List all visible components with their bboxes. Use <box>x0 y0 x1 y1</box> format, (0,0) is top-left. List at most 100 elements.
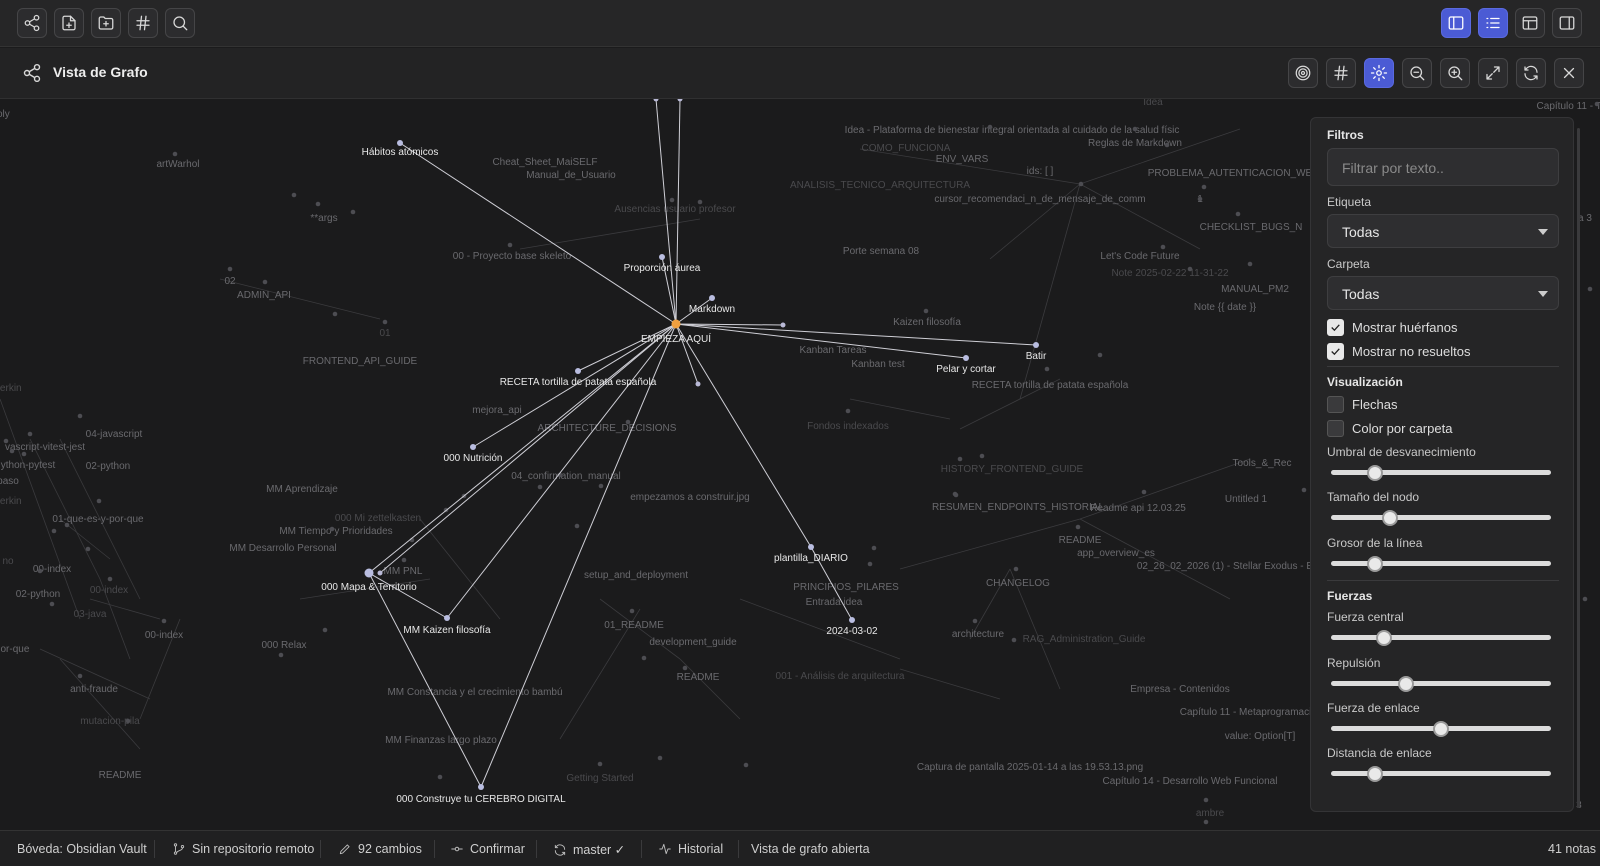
slider-thumb[interactable] <box>1367 766 1383 782</box>
graph-node-dim[interactable] <box>172 151 178 157</box>
graph-node[interactable] <box>1033 342 1039 348</box>
graph-node-label-dim[interactable]: RESUMEN_ENDPOINTS_HISTORIAL <box>932 502 1105 513</box>
graph-node-label[interactable]: 2024-03-02 <box>826 626 878 637</box>
graph-node-label-dim[interactable]: 02-python <box>16 589 60 600</box>
graph-node-label-dim[interactable]: 03-java <box>74 609 107 620</box>
tag-select[interactable]: Todas <box>1327 214 1559 248</box>
graph-node-label-dim[interactable]: 000 Mi zettelkasten <box>335 513 421 524</box>
slider-thumb[interactable] <box>1433 721 1449 737</box>
graph-node-dim[interactable] <box>574 523 580 529</box>
graph-node-active[interactable] <box>671 319 681 329</box>
slider-thumb[interactable] <box>1382 510 1399 526</box>
graph-node-label[interactable]: 000 Construye tu CEREBRO DIGITAL <box>396 794 566 805</box>
refresh-button[interactable] <box>1516 58 1546 88</box>
graph-node-label-dim[interactable]: Idea <box>1143 99 1163 108</box>
graph-node-dim[interactable] <box>1141 489 1147 495</box>
folder-select[interactable]: Todas <box>1327 276 1559 310</box>
graph-node-label-dim[interactable]: ANALISIS_TECNICO_ARQUITECTURA <box>790 180 970 191</box>
graph-node-label[interactable]: Batir <box>1026 351 1047 362</box>
graph-node-label-dim[interactable]: Getting Started <box>566 773 633 784</box>
graph-node-dim[interactable] <box>1097 352 1103 358</box>
toggle-right-sidebar-button[interactable] <box>1552 8 1582 38</box>
graph-node-dim[interactable] <box>1075 524 1081 530</box>
graph-node-label[interactable]: Proporción áurea <box>624 263 701 274</box>
graph-node-dim[interactable] <box>49 601 55 607</box>
graph-node-label-dim[interactable]: herkin <box>0 496 22 507</box>
show-unresolved-toggle[interactable]: Mostrar no resueltos <box>1327 342 1471 360</box>
graph-node-dim[interactable] <box>27 431 33 437</box>
graph-node-label-dim[interactable]: MM Tiempo y Prioridades <box>279 526 392 537</box>
graph-node-label-dim[interactable]: ambre <box>1196 808 1225 819</box>
graph-node-label-dim[interactable]: y-por-que <box>0 644 30 655</box>
graph-node-label[interactable]: RECETA tortilla de patata española <box>500 377 657 388</box>
graph-node-label[interactable]: 000 Nutrición <box>444 453 503 464</box>
link-distance-slider[interactable] <box>1331 766 1551 782</box>
graph-node-dim[interactable] <box>350 209 356 215</box>
center-force-slider[interactable] <box>1331 630 1551 646</box>
graph-node-label-dim[interactable]: Entrada idea <box>806 597 863 608</box>
fit-view-button[interactable] <box>1478 58 1508 88</box>
graph-node-dim[interactable] <box>1247 261 1253 267</box>
graph-node-label-dim[interactable]: Fondos indexados <box>807 421 889 432</box>
graph-node-label-dim[interactable]: value: Option[T] <box>1225 731 1296 742</box>
arrows-toggle[interactable]: Flechas <box>1327 395 1398 413</box>
graph-node-dim[interactable] <box>952 491 958 497</box>
search-button[interactable] <box>165 8 195 38</box>
graph-node-dim[interactable] <box>161 618 167 624</box>
graph-node-label[interactable]: plantilla_DIARIO <box>774 553 848 564</box>
graph-node-dim[interactable] <box>743 762 749 768</box>
graph-node-dim[interactable] <box>3 438 9 444</box>
graph-node-label-dim[interactable]: Readme api 12.03.25 <box>1090 503 1186 514</box>
graph-node-label-dim[interactable]: FRONTEND_API_GUIDE <box>303 356 418 367</box>
graph-node[interactable] <box>470 444 476 450</box>
graph-node-dim[interactable] <box>1594 101 1600 107</box>
graph-node-dim[interactable] <box>867 561 873 567</box>
graph-node-label-dim[interactable]: cursor_recomendaci_n_de_mensaje_de_comm <box>934 194 1145 205</box>
graph-node-dim[interactable] <box>537 484 543 490</box>
graph-node-dim[interactable] <box>1011 637 1017 643</box>
graph-node-label-dim[interactable]: Tools_&_Rec <box>1233 458 1292 469</box>
arrows-checkbox[interactable] <box>1327 395 1344 413</box>
graph-node-label-dim[interactable]: MM PNL <box>384 566 423 577</box>
zoom-in-button[interactable] <box>1440 58 1470 88</box>
graph-node-dim[interactable] <box>1301 487 1307 493</box>
tags-button[interactable] <box>128 8 158 38</box>
graph-node-label-dim[interactable]: 00-index <box>145 630 183 641</box>
repulsion-slider[interactable] <box>1331 676 1551 692</box>
graph-node-label-dim[interactable]: paso <box>0 476 19 487</box>
graph-node-label-dim[interactable]: 04-javascript <box>86 429 143 440</box>
new-folder-button[interactable] <box>91 8 121 38</box>
graph-node-dim[interactable] <box>987 124 993 130</box>
graph-node-dim[interactable] <box>979 453 985 459</box>
graph-node-dim[interactable] <box>1587 286 1593 292</box>
graph-node-label-dim[interactable]: 001 - Análisis de arquitectura <box>776 671 905 682</box>
graph-node-dim[interactable] <box>1235 211 1241 217</box>
graph-node-label-dim[interactable]: ADMIN_API <box>237 290 291 301</box>
color-by-folder-checkbox[interactable] <box>1327 419 1344 437</box>
panel-scrollbar[interactable] <box>1577 128 1580 808</box>
graph-node-dim[interactable] <box>641 655 647 661</box>
new-note-button[interactable] <box>54 8 84 38</box>
graph-node-label-dim[interactable]: MM Constancia y el crecimiento bambú <box>387 687 562 698</box>
graph-node-label-dim[interactable]: ARCHITECTURE_DECISIONS <box>538 423 677 434</box>
graph-node-dim[interactable] <box>923 308 929 314</box>
graph-node-dim[interactable] <box>51 528 57 534</box>
graph-node-dim[interactable] <box>1187 266 1193 272</box>
graph-node-label-dim[interactable]: MM Finanzas largo plazo <box>385 735 497 746</box>
slider-thumb[interactable] <box>1375 630 1392 646</box>
graph-node-label-dim[interactable]: Idea - Plataforma de bienestar integral … <box>845 125 1180 136</box>
graph-node-dim[interactable] <box>382 319 388 325</box>
graph-node[interactable] <box>709 295 715 301</box>
graph-node-dim[interactable] <box>85 546 91 552</box>
graph-node-label-dim[interactable]: 02 <box>224 276 236 287</box>
graph-node-label-dim[interactable]: Ausencias usuario profesor <box>614 204 736 215</box>
graph-node-label-dim[interactable]: README <box>99 770 142 781</box>
graph-node-dim[interactable] <box>21 451 27 457</box>
graph-node-label-dim[interactable]: 00 - Proyecto base skeleto <box>453 251 572 262</box>
graph-node-dim[interactable] <box>107 576 113 582</box>
tag-filter-button[interactable] <box>1326 58 1356 88</box>
graph-node-dim[interactable] <box>1201 184 1207 190</box>
graph-node-label-dim[interactable]: PROBLEMA_AUTENTICACION_WE <box>1148 168 1313 179</box>
graph-node-label[interactable]: Markdown <box>689 304 735 315</box>
graph-node-label-dim[interactable]: Capítulo 11 - TEOR <box>1537 101 1600 112</box>
